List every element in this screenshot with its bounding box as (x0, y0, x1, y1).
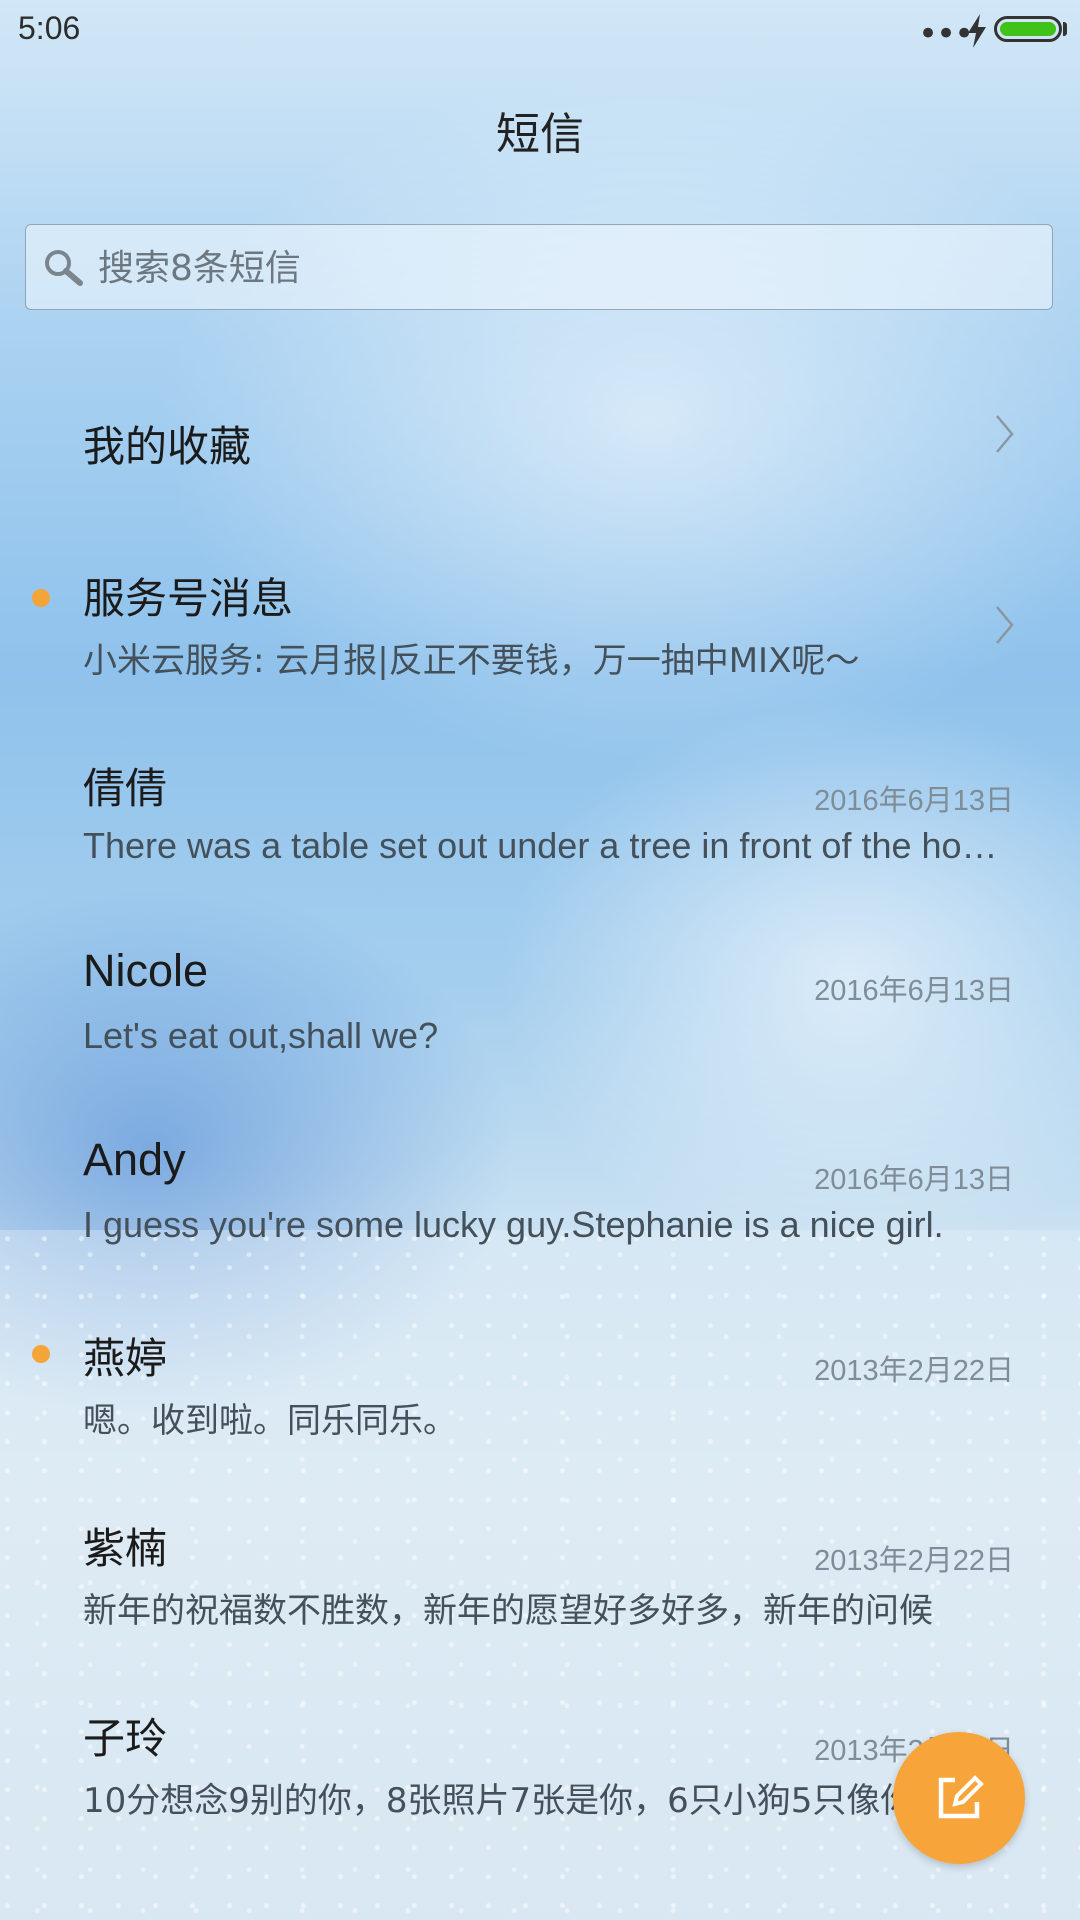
message-date: 2016年6月13日 (814, 975, 1014, 1007)
search-icon (45, 250, 83, 286)
compose-button[interactable] (893, 1732, 1025, 1864)
search-input[interactable] (96, 237, 1030, 299)
conversation-row[interactable]: 紫楠 2013年2月22日 新年的祝福数不胜数，新年的愿望好多好多，新年的问候 (0, 1515, 1080, 1665)
favorites-label: 我的收藏 (83, 422, 252, 471)
unread-dot (32, 1345, 50, 1363)
contact-name: 紫楠 (83, 1524, 168, 1573)
contact-name: 燕婷 (83, 1334, 168, 1383)
status-time: 5:06 (18, 10, 81, 46)
unread-dot (32, 589, 50, 607)
service-messages-row[interactable]: 服务号消息 小米云服务: 云月报|反正不要钱，万一抽中MIX呢～ (0, 565, 1080, 695)
search-box[interactable] (25, 224, 1053, 310)
message-preview: Let's eat out,shall we? (83, 1015, 439, 1056)
service-title: 服务号消息 (83, 574, 294, 623)
message-preview: I guess you're some lucky guy.Stephanie … (83, 1204, 944, 1245)
chevron-right-icon (996, 415, 1014, 453)
conversation-row[interactable]: Andy 2016年6月13日 I guess you're some luck… (0, 1134, 1080, 1284)
compose-icon (938, 1775, 984, 1819)
page-title: 短信 (496, 109, 584, 160)
conversation-row[interactable]: 燕婷 2013年2月22日 嗯。收到啦。同乐同乐。 (0, 1325, 1080, 1475)
contact-name: Andy (83, 1134, 186, 1185)
conversation-row[interactable]: 倩倩 2016年6月13日 There was a table set out … (0, 755, 1080, 905)
charging-bolt-icon (968, 14, 986, 48)
favorites-row[interactable]: 我的收藏 (0, 395, 1080, 520)
contact-name: 子玲 (83, 1714, 168, 1763)
battery-cap (1063, 22, 1067, 36)
message-date: 2016年6月13日 (814, 1164, 1014, 1196)
status-bar: 5:06 ••• (0, 0, 1080, 64)
contact-name: 倩倩 (83, 764, 168, 813)
chevron-right-icon (996, 606, 1014, 644)
service-preview: 小米云服务: 云月报|反正不要钱，万一抽中MIX呢～ (83, 641, 860, 681)
message-preview: There was a table set out under a tree i… (83, 825, 1013, 866)
message-date: 2013年2月22日 (814, 1545, 1014, 1577)
contact-name: Nicole (83, 945, 209, 996)
battery-icon (994, 16, 1062, 42)
more-dots-icon: ••• (918, 14, 974, 54)
message-preview: 新年的祝福数不胜数，新年的愿望好多好多，新年的问候 (83, 1591, 933, 1631)
message-preview: 嗯。收到啦。同乐同乐。 (83, 1401, 457, 1441)
message-date: 2016年6月13日 (814, 785, 1014, 817)
conversation-row[interactable]: Nicole 2016年6月13日 Let's eat out,shall we… (0, 945, 1080, 1095)
message-preview: 10分想念9别的你，8张照片7张是你，6只小狗5只像你 (83, 1781, 915, 1821)
message-date: 2013年2月22日 (814, 1355, 1014, 1387)
